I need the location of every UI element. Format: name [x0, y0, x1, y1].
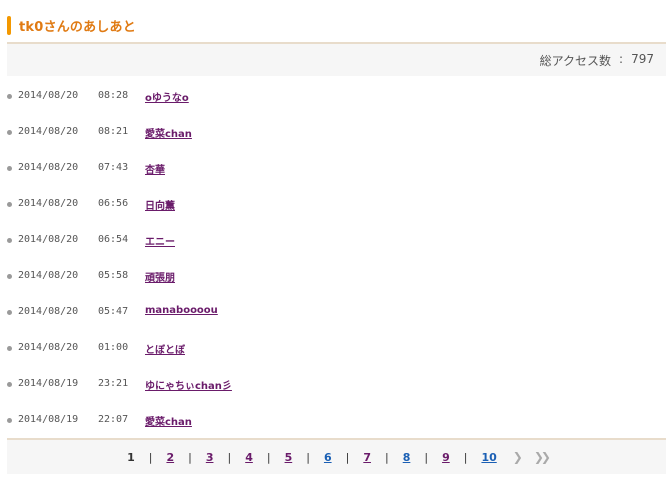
visit-date: 2014/08/19: [18, 414, 79, 425]
title-accent-bar: [7, 15, 11, 35]
list-item: 2014/08/20 06:54 エニー: [0, 222, 670, 258]
list-item: 2014/08/20 05:47 manaboooou: [0, 294, 670, 330]
visit-date: 2014/08/20: [18, 342, 79, 353]
visit-date: 2014/08/20: [18, 90, 79, 101]
page-link-7[interactable]: 7: [361, 451, 373, 464]
visit-date: 2014/08/20: [18, 234, 79, 245]
page-link-9[interactable]: 9: [440, 451, 452, 464]
page-link-8[interactable]: 8: [401, 451, 413, 464]
list-item: 2014/08/20 08:28 oゆうなo: [0, 78, 670, 114]
page-title: tk0さんのあしあと: [19, 19, 136, 35]
visit-date: 2014/08/20: [18, 270, 79, 281]
page-separator: |: [188, 450, 192, 464]
page-link-2[interactable]: 2: [164, 451, 176, 464]
bullet-icon: [7, 418, 12, 423]
visit-time: 08:28: [98, 90, 129, 101]
bullet-icon: [7, 274, 12, 279]
bullet-icon: [7, 238, 12, 243]
visit-time: 01:00: [98, 342, 129, 353]
list-item: 2014/08/19 22:07 愛菜chan: [0, 402, 670, 438]
page-separator: |: [384, 450, 389, 464]
visitor-link[interactable]: 頑張朋: [145, 269, 175, 284]
visitor-link[interactable]: ゆにゃちぃchan彡: [145, 377, 232, 392]
list-item: 2014/08/20 01:00 とぼとぼ: [0, 330, 670, 366]
visitor-link[interactable]: 日向薫: [145, 197, 175, 212]
page-current: 1: [127, 450, 135, 464]
list-item: 2014/08/20 08:21 愛菜chan: [0, 114, 670, 150]
visit-time: 07:43: [98, 162, 129, 173]
bullet-icon: [7, 166, 12, 171]
bullet-icon: [7, 202, 12, 207]
bullet-icon: [7, 346, 12, 351]
page-separator: |: [227, 450, 232, 464]
page-separator: |: [424, 450, 429, 464]
visit-date: 2014/08/20: [18, 306, 79, 317]
visit-date: 2014/08/20: [18, 162, 79, 173]
page-separator: |: [463, 450, 468, 464]
page-link-5[interactable]: 5: [283, 451, 295, 464]
access-count-label: 総アクセス数: [539, 53, 612, 68]
visit-time: 05:47: [98, 306, 129, 317]
page-header: tk0さんのあしあと: [7, 14, 136, 36]
page-link-10[interactable]: 10: [479, 451, 498, 464]
visit-date: 2014/08/20: [18, 198, 79, 209]
visitor-link[interactable]: 杏華: [145, 161, 165, 176]
access-count-value: 797: [631, 51, 654, 66]
page-link-4[interactable]: 4: [243, 451, 255, 464]
visit-time: 08:21: [98, 126, 129, 137]
footprint-list: 2014/08/20 08:28 oゆうなo 2014/08/20 08:21 …: [0, 78, 670, 438]
visitor-link[interactable]: manaboooou: [145, 305, 218, 316]
next-arrow-icon[interactable]: ❯: [513, 450, 523, 464]
visit-time: 22:07: [98, 414, 129, 425]
access-count-separator: :: [619, 51, 624, 66]
visit-date: 2014/08/20: [18, 126, 79, 137]
list-item: 2014/08/20 07:43 杏華: [0, 150, 670, 186]
visit-time: 06:54: [98, 234, 129, 245]
visitor-link[interactable]: とぼとぼ: [145, 341, 185, 356]
visitor-link[interactable]: 愛菜chan: [145, 125, 192, 140]
visitor-link[interactable]: エニー: [145, 233, 175, 248]
page-link-3[interactable]: 3: [204, 451, 216, 464]
visitor-link[interactable]: 愛菜chan: [145, 413, 192, 428]
list-item: 2014/08/20 05:58 頑張朋: [0, 258, 670, 294]
bullet-icon: [7, 130, 12, 135]
bullet-icon: [7, 310, 12, 315]
page-link-6[interactable]: 6: [322, 451, 334, 464]
bullet-icon: [7, 382, 12, 387]
page-separator: |: [266, 450, 271, 464]
last-arrow-icon[interactable]: ❯❯: [534, 450, 551, 464]
access-stats-bar: 総アクセス数 : 797: [7, 44, 666, 76]
visit-date: 2014/08/19: [18, 378, 79, 389]
visit-time: 05:58: [98, 270, 129, 281]
visit-time: 23:21: [98, 378, 129, 389]
page-separator: |: [148, 450, 153, 464]
pagination: 1 | 2 | 3 | 4 | 5 | 6 | 7 | 8 | 9 | 10 ❯…: [7, 440, 666, 474]
visit-time: 06:56: [98, 198, 129, 209]
bullet-icon: [7, 94, 12, 99]
list-item: 2014/08/20 06:56 日向薫: [0, 186, 670, 222]
page-separator: |: [345, 450, 350, 464]
page-separator: |: [306, 450, 310, 464]
visitor-link[interactable]: oゆうなo: [145, 89, 189, 104]
list-item: 2014/08/19 23:21 ゆにゃちぃchan彡: [0, 366, 670, 402]
